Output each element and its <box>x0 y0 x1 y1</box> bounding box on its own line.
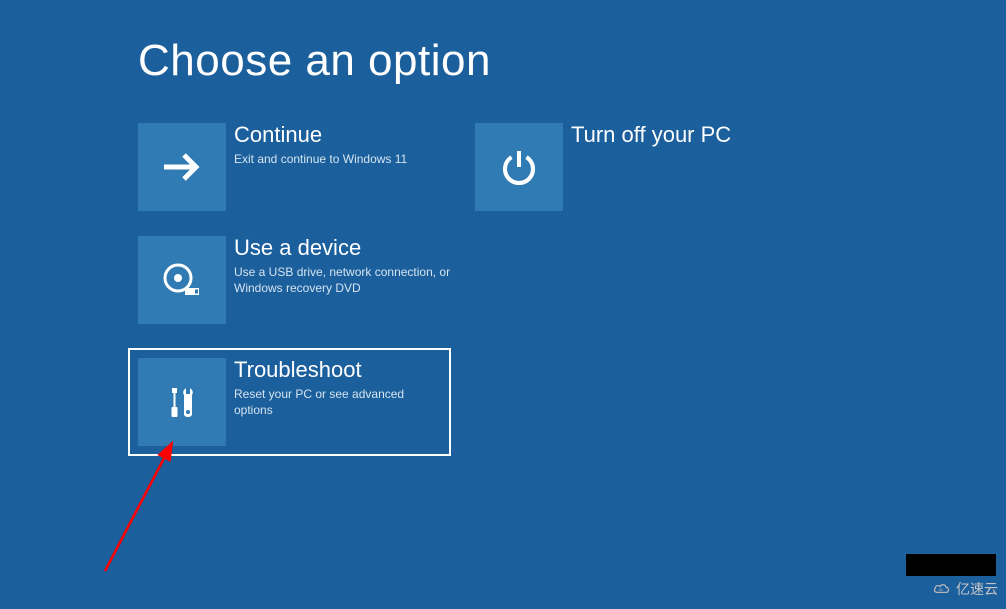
option-continue-desc: Exit and continue to Windows 11 <box>234 151 453 167</box>
option-troubleshoot[interactable]: Troubleshoot Reset your PC or see advanc… <box>128 348 451 456</box>
option-turn-off[interactable]: Turn off your PC <box>475 123 815 213</box>
watermark-text: ∞ 亿速云 <box>932 579 998 599</box>
option-turnoff-title: Turn off your PC <box>571 123 815 147</box>
watermark-box <box>906 554 996 576</box>
option-continue-title: Continue <box>234 123 453 147</box>
page-title: Choose an option <box>138 36 491 86</box>
option-device-title: Use a device <box>234 236 453 260</box>
option-continue[interactable]: Continue Exit and continue to Windows 11 <box>138 123 453 213</box>
option-use-device[interactable]: Use a device Use a USB drive, network co… <box>138 236 453 326</box>
cloud-icon: ∞ <box>932 582 952 596</box>
annotation-arrow-icon <box>100 438 190 578</box>
option-device-desc: Use a USB drive, network connection, or … <box>234 264 453 296</box>
tools-icon <box>138 358 226 446</box>
power-icon <box>475 123 563 211</box>
option-troubleshoot-title: Troubleshoot <box>234 358 441 382</box>
svg-text:∞: ∞ <box>939 588 943 594</box>
option-troubleshoot-desc: Reset your PC or see advanced options <box>234 386 441 418</box>
arrow-right-icon <box>138 123 226 211</box>
disc-usb-icon <box>138 236 226 324</box>
